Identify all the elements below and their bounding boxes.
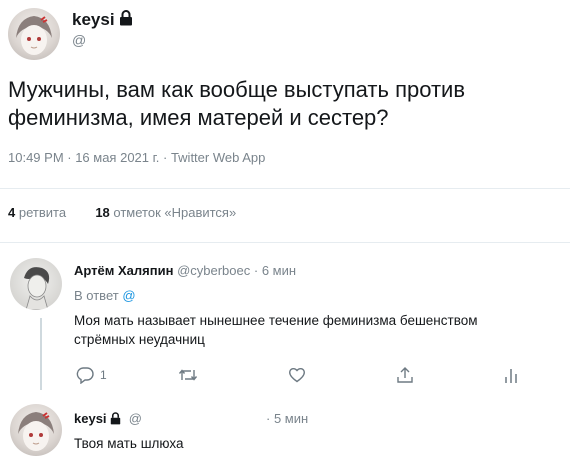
share-button[interactable]	[396, 366, 414, 384]
likes-label: отметок «Нравится»	[113, 205, 237, 220]
reply2-author-name[interactable]: keysi	[74, 411, 107, 426]
retweets-stat[interactable]: 4 ретвита	[8, 205, 66, 220]
thread-line	[40, 318, 42, 390]
retweet-button[interactable]	[178, 366, 198, 384]
retweets-count: 4	[8, 205, 16, 220]
avatar-image	[16, 16, 52, 55]
reply-author-name[interactable]: Артём Халяпин	[74, 263, 173, 278]
reply-action[interactable]: 1	[76, 366, 107, 384]
like-button[interactable]	[288, 366, 306, 383]
divider	[0, 242, 570, 243]
author-name[interactable]: keysi	[72, 10, 115, 29]
avatar[interactable]	[10, 404, 62, 456]
retweets-label: ретвита	[18, 205, 67, 220]
reply-to-handle[interactable]: @	[122, 288, 135, 303]
reply2-author-handle[interactable]: @	[129, 411, 142, 426]
reply-time[interactable]: · 6 мин	[254, 263, 296, 278]
analytics-icon	[504, 366, 518, 384]
share-icon	[396, 366, 414, 384]
comment-icon	[76, 366, 94, 384]
avatar[interactable]	[8, 8, 60, 60]
lock-icon	[110, 411, 121, 428]
stats-row: 4 ретвита 18 отметок «Нравится»	[8, 205, 236, 220]
reply-to-prefix: В ответ	[74, 288, 119, 303]
reply-count: 1	[100, 368, 107, 382]
avatar-image	[24, 267, 50, 310]
lock-icon	[119, 10, 133, 31]
reply2-time[interactable]: · 5 мин	[266, 411, 308, 426]
like-icon	[288, 366, 306, 383]
reply-text-line-1: Моя мать называет нынешнее течение фемин…	[74, 313, 478, 328]
avatar[interactable]	[10, 258, 62, 310]
divider	[0, 188, 570, 189]
likes-count: 18	[95, 205, 110, 220]
avatar-image	[18, 412, 54, 451]
reply-text-line-2: стрёмных неудачниц	[74, 332, 205, 347]
author-handle[interactable]: @	[72, 32, 86, 48]
tweet-text-line-1: Мужчины, вам как вообще выступать против	[8, 77, 466, 102]
reply-author-handle[interactable]: @cyberboec	[177, 263, 250, 278]
tweet-text-line-2: феминизма, имея матерей и сестер?	[8, 105, 389, 130]
likes-stat[interactable]: 18 отметок «Нравится»	[95, 205, 236, 220]
retweet-icon	[178, 366, 198, 384]
tweet-meta: 10:49 PM · 16 мая 2021 г. · Twitter Web …	[8, 150, 266, 165]
reply2-text: Твоя мать шлюха	[74, 436, 184, 451]
analytics-button[interactable]	[504, 366, 518, 384]
